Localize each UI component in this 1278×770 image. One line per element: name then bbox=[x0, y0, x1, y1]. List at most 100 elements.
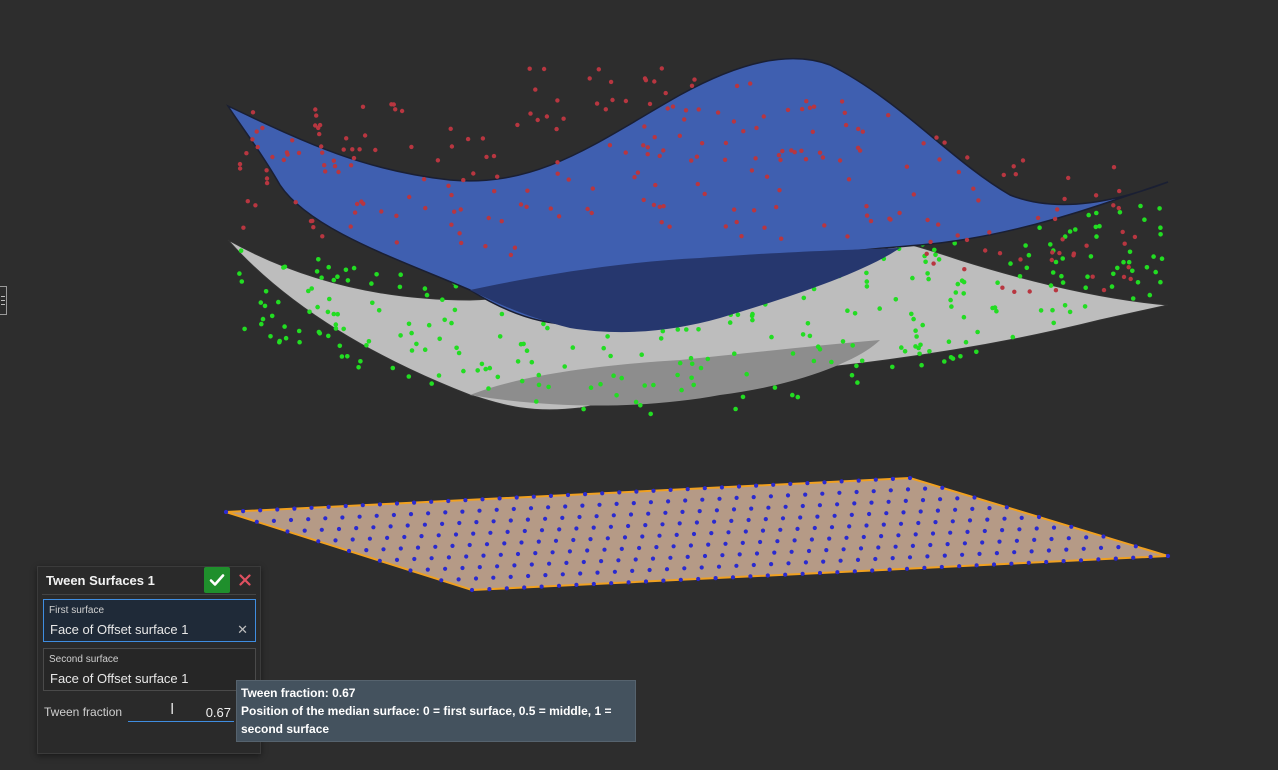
surface-point bbox=[437, 336, 443, 342]
surface-point bbox=[335, 311, 341, 317]
confirm-button[interactable] bbox=[204, 567, 230, 593]
second-surface-field[interactable]: Second surface Face of Offset surface 1 bbox=[43, 648, 256, 691]
surface-point bbox=[350, 537, 355, 542]
surface-point bbox=[597, 502, 602, 507]
tween-fraction-input[interactable]: 0.67 bbox=[128, 700, 234, 722]
surface-point bbox=[436, 373, 442, 378]
surface-point bbox=[547, 561, 552, 566]
surface-point bbox=[1019, 515, 1024, 521]
surface-point bbox=[463, 498, 468, 503]
surface-point bbox=[754, 551, 760, 556]
surface-point bbox=[910, 543, 916, 549]
surface-point bbox=[921, 141, 926, 146]
surface-point bbox=[1049, 257, 1055, 263]
surface-point bbox=[398, 272, 404, 278]
surface-point bbox=[1057, 250, 1062, 256]
surface-point bbox=[688, 355, 694, 361]
surface-point bbox=[856, 126, 861, 132]
surface-point bbox=[937, 157, 942, 162]
surface-point bbox=[869, 500, 874, 505]
panel-handle-icon[interactable] bbox=[0, 286, 7, 315]
surface-point bbox=[1050, 307, 1055, 313]
surface-point bbox=[982, 528, 987, 534]
surface-point bbox=[398, 333, 403, 338]
surface-point bbox=[317, 331, 323, 336]
surface-point bbox=[694, 520, 700, 525]
surface-point bbox=[525, 517, 531, 522]
second-surface[interactable] bbox=[225, 476, 1169, 592]
title-divider bbox=[42, 594, 256, 595]
surface-point bbox=[608, 79, 614, 85]
surface-point bbox=[893, 297, 899, 302]
surface-point bbox=[743, 529, 748, 534]
surface-point bbox=[1111, 203, 1116, 208]
surface-point bbox=[790, 351, 796, 356]
surface-point bbox=[264, 168, 269, 173]
surface-point bbox=[391, 102, 396, 107]
surface-point bbox=[1071, 253, 1076, 258]
surface-point bbox=[691, 531, 697, 537]
surface-point bbox=[309, 505, 314, 510]
surface-point bbox=[296, 328, 302, 334]
surface-point bbox=[779, 236, 784, 241]
surface-point bbox=[409, 330, 414, 336]
surface-point bbox=[817, 150, 823, 155]
surface-point bbox=[685, 554, 690, 560]
surface-point bbox=[367, 536, 372, 541]
surface-point bbox=[539, 584, 544, 589]
surface-point bbox=[648, 500, 654, 505]
surface-point bbox=[798, 515, 803, 520]
surface-point bbox=[317, 122, 323, 128]
surface-point bbox=[616, 558, 621, 563]
surface-point bbox=[661, 204, 666, 209]
first-surface-field[interactable]: First surface Face of Offset surface 1 ✕ bbox=[43, 599, 256, 642]
surface-point bbox=[806, 548, 812, 554]
surface-point bbox=[1004, 505, 1009, 510]
surface-point bbox=[481, 553, 486, 558]
surface-point bbox=[487, 587, 492, 592]
surface-point bbox=[1158, 232, 1163, 237]
surface-point bbox=[722, 157, 728, 162]
surface-point bbox=[890, 364, 895, 370]
cancel-button[interactable] bbox=[236, 571, 254, 589]
surface-point bbox=[907, 475, 913, 481]
surface-point bbox=[918, 342, 923, 348]
surface-point bbox=[678, 577, 683, 582]
surface-point bbox=[876, 545, 881, 550]
surface-point bbox=[548, 493, 554, 498]
surface-point bbox=[697, 509, 702, 514]
surface-point bbox=[518, 202, 524, 207]
surface-point bbox=[543, 516, 548, 521]
surface-point bbox=[785, 107, 791, 113]
surface-point bbox=[804, 99, 809, 104]
surface-point bbox=[405, 523, 410, 528]
surface-point bbox=[854, 363, 859, 369]
clear-first-surface-icon[interactable]: ✕ bbox=[237, 622, 248, 637]
surface-point bbox=[864, 204, 869, 209]
surface-point bbox=[308, 218, 314, 224]
surface-point bbox=[780, 516, 786, 521]
surface-point bbox=[950, 519, 955, 524]
surface-point bbox=[477, 565, 482, 570]
surface-point bbox=[603, 107, 608, 112]
surface-point bbox=[560, 515, 565, 521]
surface-point bbox=[486, 386, 491, 391]
surface-point bbox=[250, 137, 255, 142]
surface-point bbox=[652, 79, 657, 84]
surface-point bbox=[333, 326, 339, 331]
surface-point bbox=[789, 148, 794, 153]
surface-point bbox=[609, 581, 614, 586]
surface-point bbox=[746, 517, 751, 523]
surface-point bbox=[821, 559, 826, 564]
surface-point bbox=[611, 513, 616, 518]
surface-point bbox=[574, 582, 579, 588]
surface-point bbox=[260, 316, 266, 322]
surface-point bbox=[976, 198, 981, 203]
surface-point bbox=[734, 495, 739, 500]
surface-point bbox=[288, 517, 294, 523]
surface-point bbox=[1130, 268, 1135, 274]
surface-point bbox=[429, 381, 435, 386]
surface-point bbox=[326, 504, 331, 509]
surface-point bbox=[1035, 215, 1041, 221]
surface-point bbox=[992, 305, 998, 310]
